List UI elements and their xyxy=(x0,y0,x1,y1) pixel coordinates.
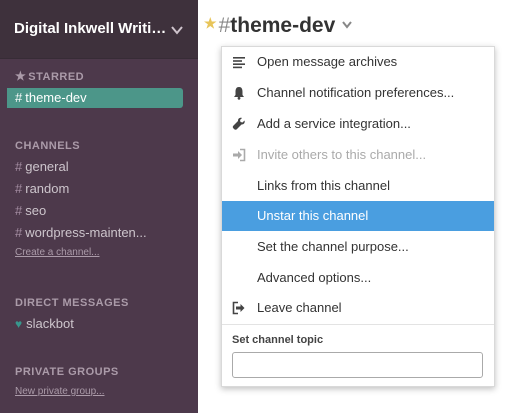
team-menu-button[interactable]: Digital Inkwell Writin... xyxy=(0,0,198,59)
new-private-group-link[interactable]: New private group... xyxy=(15,386,105,397)
chevron-down-icon[interactable] xyxy=(341,20,353,30)
channel-title: theme-dev xyxy=(230,14,336,37)
menu-item-links[interactable]: Links from this channel xyxy=(222,171,494,201)
sidebar-item-label: random xyxy=(25,181,70,196)
hash-icon: # xyxy=(15,225,23,240)
sidebar-item-wordpress-maintenance[interactable]: # wordpress-mainten... xyxy=(15,225,147,240)
sidebar-item-label: slackbot xyxy=(26,316,74,331)
sidebar-item-label: wordpress-mainten... xyxy=(25,225,147,240)
menu-item-unstar[interactable]: Unstar this channel xyxy=(222,201,494,231)
bell-icon xyxy=(234,87,244,100)
team-name: Digital Inkwell Writin... xyxy=(14,20,172,37)
menu-item-leave-channel[interactable]: Leave channel xyxy=(222,293,494,323)
menu-item-set-purpose[interactable]: Set the channel purpose... xyxy=(222,232,494,262)
list-icon xyxy=(233,57,245,69)
sign-out-icon xyxy=(232,301,245,315)
star-icon[interactable]: ★ xyxy=(204,15,217,31)
channel-topic-input[interactable] xyxy=(232,352,483,378)
sidebar-item-theme-dev[interactable]: # theme-dev xyxy=(7,88,183,108)
wrench-icon xyxy=(232,117,245,130)
menu-divider xyxy=(222,324,494,325)
create-channel-link[interactable]: Create a channel... xyxy=(15,247,100,258)
sidebar-item-label: general xyxy=(25,159,69,174)
hash-icon: # xyxy=(15,203,23,218)
sidebar-item-general[interactable]: # general xyxy=(15,159,69,174)
sidebar-item-seo[interactable]: # seo xyxy=(15,203,46,218)
star-icon: ★ xyxy=(15,69,27,83)
channels-section-title[interactable]: CHANNELS xyxy=(15,140,80,152)
heart-icon: ♥ xyxy=(15,317,23,331)
topic-label: Set channel topic xyxy=(232,334,324,346)
sidebar-item-label: seo xyxy=(25,203,47,218)
hash-icon: # xyxy=(15,90,23,105)
sidebar: Digital Inkwell Writin... ★ STARRED # them… xyxy=(0,0,198,413)
menu-item-open-archives[interactable]: Open message archives xyxy=(222,47,494,77)
sidebar-item-label: theme-dev xyxy=(25,90,87,105)
starred-section-title: ★ STARRED xyxy=(15,69,85,83)
sign-in-icon xyxy=(233,148,246,162)
menu-item-notification-preferences[interactable]: Channel notification preferences... xyxy=(222,78,494,108)
chevron-down-icon xyxy=(171,26,183,35)
hash-icon: # xyxy=(15,159,23,174)
menu-item-add-integration[interactable]: Add a service integration... xyxy=(222,109,494,139)
sidebar-item-slackbot[interactable]: ♥ slackbot xyxy=(15,316,74,331)
direct-messages-section-title[interactable]: DIRECT MESSAGES xyxy=(15,297,129,309)
channel-menu: Open message archives Channel notificati… xyxy=(221,46,495,387)
hash-icon: # xyxy=(15,181,23,196)
menu-item-advanced-options[interactable]: Advanced options... xyxy=(222,263,494,293)
channel-header[interactable]: ★#theme-dev xyxy=(204,14,353,44)
hash-icon: # xyxy=(218,14,231,37)
menu-item-invite-others: Invite others to this channel... xyxy=(222,140,494,170)
sidebar-item-random[interactable]: # random xyxy=(15,181,69,196)
private-groups-section-title[interactable]: PRIVATE GROUPS xyxy=(15,366,119,378)
